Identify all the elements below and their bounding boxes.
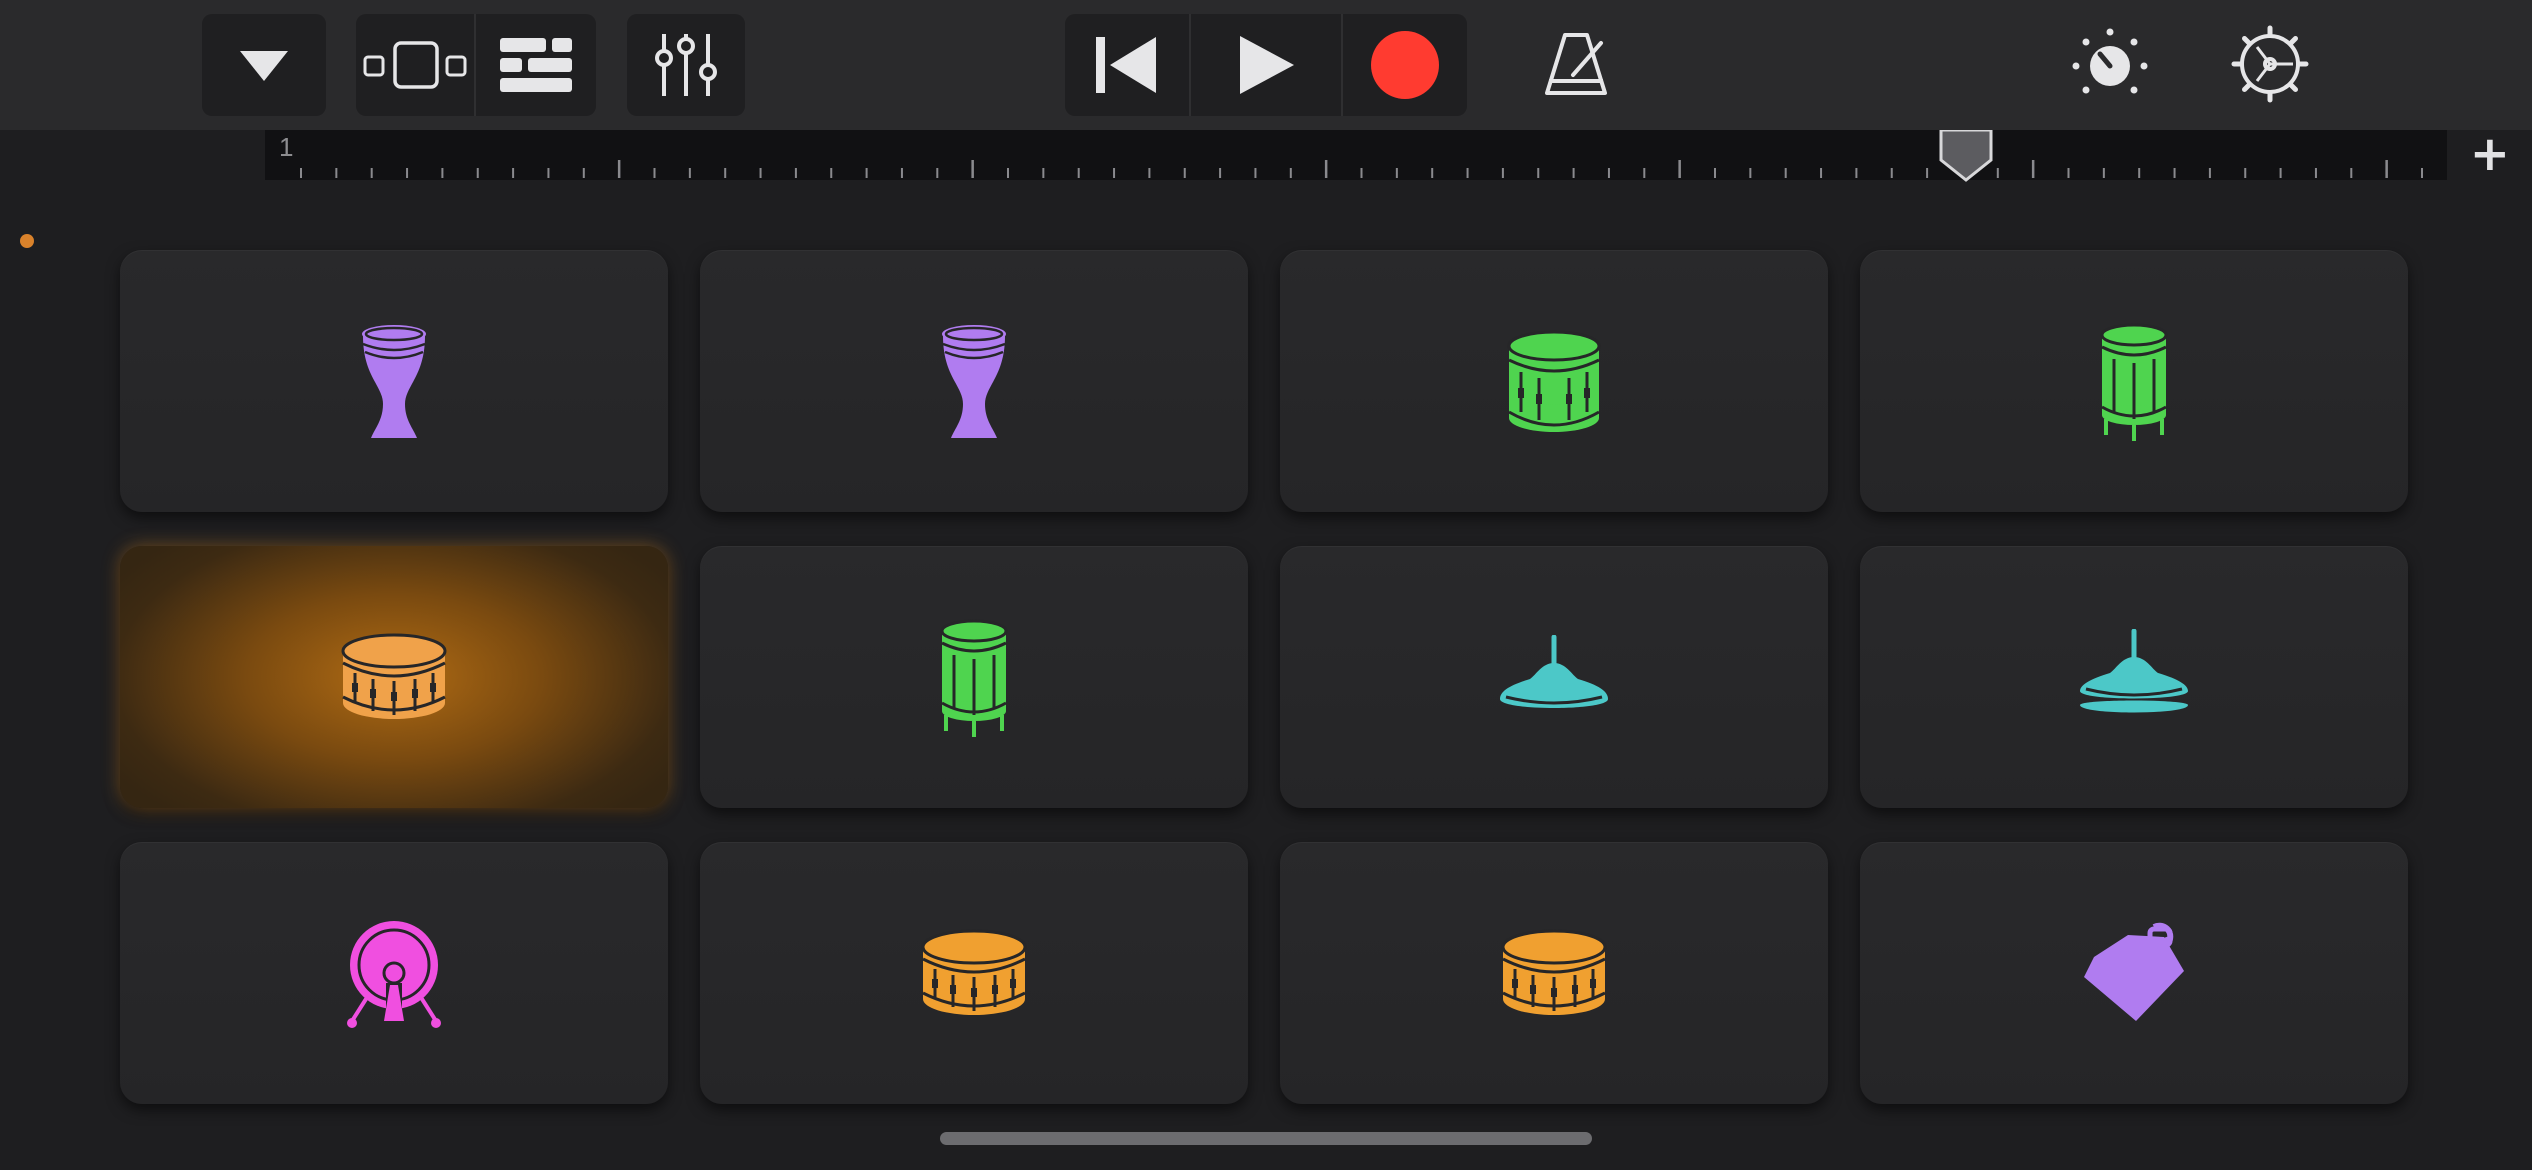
play-icon — [1240, 36, 1294, 94]
timeline-ruler[interactable]: 1 — [265, 130, 2447, 182]
gear-icon — [2231, 25, 2309, 103]
add-section-button[interactable]: + — [2470, 126, 2510, 182]
garageband-drums-app: 1 + — [0, 0, 2532, 1170]
playhead-marker[interactable] — [1939, 130, 1993, 182]
drum-pad[interactable] — [1280, 546, 1828, 808]
drum-pad[interactable] — [1860, 546, 2408, 808]
rewind-icon — [1096, 37, 1156, 93]
kick-drum-icon — [344, 917, 444, 1029]
tracks-view-button[interactable] — [474, 14, 596, 116]
drum-pad[interactable] — [120, 842, 668, 1104]
tall-tom-icon — [934, 617, 1014, 737]
single-view-button[interactable] — [356, 14, 474, 116]
track-indicator-dot — [20, 234, 34, 248]
drum-pad[interactable] — [700, 250, 1248, 512]
drum-pad[interactable] — [1860, 250, 2408, 512]
drum-pad[interactable] — [1860, 842, 2408, 1104]
master-effects-button[interactable] — [2070, 24, 2150, 104]
settings-button[interactable] — [2230, 24, 2310, 104]
drum-pad[interactable] — [700, 546, 1248, 808]
floor-tom-icon — [1499, 326, 1609, 436]
mixer-sliders-icon — [655, 34, 717, 96]
drum-pad[interactable] — [700, 842, 1248, 1104]
drum-pad[interactable] — [120, 250, 668, 512]
tracks-view-icon — [500, 38, 572, 92]
ruler-ticks — [300, 160, 2423, 178]
record-button[interactable] — [1341, 14, 1467, 116]
metronome-button[interactable] — [1540, 30, 1612, 98]
record-icon — [1371, 31, 1439, 99]
cowbell-icon — [2080, 919, 2188, 1027]
snare-drum-icon — [919, 925, 1029, 1021]
snare-drum-icon — [339, 629, 449, 725]
tall-tom-icon — [2094, 321, 2174, 441]
mixer-button[interactable] — [627, 14, 745, 116]
play-button[interactable] — [1189, 14, 1341, 116]
view-toggle — [356, 14, 596, 116]
djembe-icon — [349, 316, 439, 446]
cymbal-icon — [1498, 635, 1610, 719]
metronome-icon — [1545, 33, 1607, 95]
snare-drum-icon — [1499, 925, 1609, 1021]
drum-pad[interactable] — [120, 546, 668, 808]
transport-controls — [1065, 14, 1467, 116]
master-effects-knob-icon — [2072, 28, 2148, 94]
drum-pad[interactable] — [1280, 842, 1828, 1104]
single-view-icon — [363, 41, 467, 89]
rewind-button[interactable] — [1065, 14, 1189, 116]
chevron-down-icon — [240, 51, 288, 81]
control-bar — [0, 0, 2532, 130]
tracks-dropdown-button[interactable] — [202, 14, 326, 116]
drum-pad[interactable] — [1280, 250, 1828, 512]
home-indicator[interactable] — [940, 1132, 1592, 1145]
djembe-icon — [929, 316, 1019, 446]
hi-hat-icon — [2078, 629, 2190, 725]
